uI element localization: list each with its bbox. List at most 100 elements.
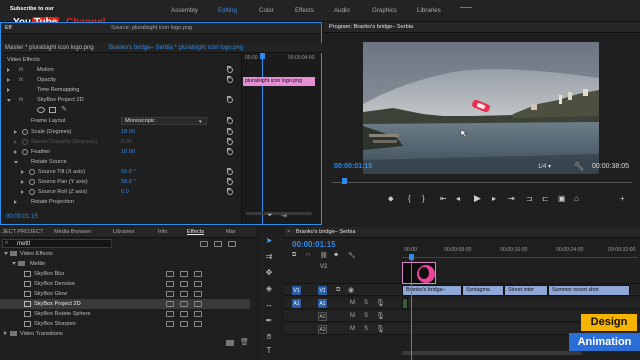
workspace-graphics[interactable]: Graphics [372, 7, 397, 14]
tilt-value[interactable]: 59.0 ° [121, 169, 136, 175]
new-bin-icon[interactable] [226, 340, 234, 346]
reset-icon[interactable] [227, 117, 233, 124]
mini-playhead-handle[interactable] [260, 53, 265, 59]
tab-info[interactable]: Info [158, 229, 167, 235]
selection-tool-icon[interactable]: ➤ [263, 235, 275, 247]
reset-icon[interactable] [227, 178, 233, 185]
workspace-editing[interactable]: Editing [218, 7, 237, 14]
step-forward-icon[interactable]: ▸ [492, 194, 496, 203]
solo-button[interactable]: S [364, 300, 368, 306]
clip-logo-v2[interactable] [402, 262, 436, 284]
feather-value[interactable]: 10.00 [121, 149, 135, 155]
tree-row-skybox-denoise[interactable]: SkyBox Denoise [0, 279, 250, 289]
ellipse-mask-icon[interactable] [37, 107, 45, 113]
workspace-audio[interactable]: Audio [334, 7, 350, 14]
tab-project[interactable]: JECT PROJECT [2, 229, 44, 235]
master-clip-label[interactable]: Master * pluralsight icon logo.png [5, 45, 94, 51]
yuv-filter-icon[interactable] [228, 241, 236, 247]
reset-icon[interactable] [227, 76, 233, 83]
microphone-icon[interactable]: 🎙︎ [376, 325, 385, 333]
mini-scrollbar[interactable] [246, 212, 312, 215]
hand-tool-icon[interactable]: ✋︎ [263, 331, 275, 343]
razor-tool-icon[interactable]: ◈ [263, 283, 275, 295]
snap-icon[interactable]: ∩ [306, 252, 310, 258]
reset-icon[interactable] [227, 138, 233, 145]
go-to-out-icon[interactable]: ⇥ [508, 194, 515, 203]
filter-icon[interactable]: ⏷ [267, 212, 273, 220]
source-patch-v1[interactable]: V1 [292, 286, 301, 295]
tab-markers[interactable]: Mar [226, 229, 236, 235]
effect-opacity[interactable]: fx Opacity [1, 76, 239, 85]
effect-time-remapping[interactable]: Time Remapping [1, 86, 239, 95]
clip-street-inter[interactable]: Street inter [504, 285, 548, 296]
roll-value[interactable]: 0.0 [121, 189, 129, 195]
32bit-filter-icon[interactable] [214, 241, 222, 247]
step-back-icon[interactable]: ◂ [456, 194, 460, 203]
add-marker-icon[interactable]: ⬥ [388, 194, 394, 204]
slip-tool-icon[interactable]: ↔ [263, 299, 275, 311]
reset-icon[interactable] [227, 188, 233, 195]
add-button-icon[interactable]: + [620, 194, 625, 203]
type-tool-icon[interactable]: T [263, 345, 275, 357]
tab-media-browser[interactable]: Media Browser [54, 229, 91, 235]
tree-row-video-transitions[interactable]: Video Transitions [0, 329, 250, 339]
group-rotate-source[interactable]: Rotate Source [1, 158, 239, 167]
program-timecode[interactable]: 00:00:01:15 [334, 163, 372, 170]
timeline-playhead[interactable] [411, 260, 412, 360]
tree-row-video-effects[interactable]: Video Effects [0, 249, 250, 259]
tree-row-skybox-sharpen[interactable]: SkyBox Sharpen [0, 319, 250, 329]
overwrite-icon[interactable]: ⊏ [542, 194, 549, 203]
track-target-a2[interactable]: A2 [318, 312, 327, 321]
workspace-menu-icon[interactable] [460, 7, 472, 8]
audio-clip[interactable] [402, 298, 408, 309]
scale-value[interactable]: 18.00 [121, 129, 135, 135]
linked-selection-icon[interactable]: ⛓︎ [320, 252, 328, 259]
frame-layout-dropdown[interactable]: Monoscopic [121, 117, 207, 125]
solo-button[interactable]: S [364, 313, 368, 319]
source-patch-a1[interactable]: A1 [292, 299, 301, 308]
pen-mask-icon[interactable]: ✎ [61, 105, 67, 113]
tree-row-mettle[interactable]: Mettle [0, 259, 250, 269]
track-select-tool-icon[interactable]: ⇉ [263, 251, 275, 263]
search-input[interactable]: mettl [17, 241, 30, 247]
delete-icon[interactable]: 🗑︎ [240, 338, 249, 346]
track-target-a3[interactable]: A3 [318, 325, 327, 334]
program-title[interactable]: Program: Branko's bridge– Serbia [329, 24, 413, 30]
mute-button[interactable]: M [350, 300, 355, 306]
workspace-libraries[interactable]: Libraries [417, 7, 441, 14]
timeline-scrollbar[interactable] [402, 351, 582, 355]
mute-button[interactable]: M [350, 313, 355, 319]
workspace-effects[interactable]: Effects [295, 7, 314, 14]
tree-row-skybox-project-2d[interactable]: SkyBox Project 2D [0, 299, 250, 309]
wrench-icon[interactable]: 🔧︎ [348, 252, 356, 259]
sync-lock-icon[interactable]: ⧉ [336, 287, 340, 294]
pan-value[interactable]: 58.0 ° [121, 179, 136, 185]
effects-search-field[interactable]: ⌕ mettl [2, 239, 112, 248]
timeline-timecode[interactable]: 00:00:01:15 [292, 240, 336, 249]
camera-icon[interactable]: ⌂ [574, 194, 579, 203]
mark-in-icon[interactable]: { [408, 194, 411, 203]
reset-icon[interactable] [227, 96, 233, 103]
tree-row-skybox-rotate-sphere[interactable]: SkyBox Rotate Sphere [0, 309, 250, 319]
nest-icon[interactable]: ⧉ [292, 252, 296, 259]
tab-effects[interactable]: Effects [187, 229, 204, 235]
microphone-icon[interactable]: 🎙︎ [376, 312, 385, 320]
reset-icon[interactable] [227, 168, 233, 175]
effect-controls-mini-timeline[interactable]: 00:00 00:00:04:00 pluralsight icon logo.… [241, 53, 321, 224]
ripple-edit-tool-icon[interactable]: ✥ [263, 267, 275, 279]
stopwatch-icon[interactable] [22, 129, 28, 135]
stopwatch-icon[interactable] [29, 189, 35, 195]
tab-sequence[interactable]: Branko's bridge– Serbia [296, 229, 356, 235]
reset-icon[interactable] [227, 66, 233, 73]
microphone-icon[interactable]: 🎙︎ [376, 299, 385, 307]
accelerated-filter-icon[interactable] [200, 241, 208, 247]
program-video-frame[interactable] [363, 42, 599, 174]
clip-syntagma[interactable]: Syntagma [462, 285, 504, 296]
reset-icon[interactable] [227, 148, 233, 155]
timeline-ruler[interactable]: 00:00 00:00:08:00 00:00:16:00 00:00:24:0… [402, 241, 638, 259]
track-target-a1[interactable]: A1 [318, 299, 327, 308]
play-icon[interactable]: ▶ [474, 193, 481, 204]
eye-icon[interactable]: ◉ [348, 286, 354, 294]
zoom-dropdown[interactable]: 1/4 ▾ [538, 163, 564, 172]
track-target-v1[interactable]: V1 [318, 286, 327, 295]
